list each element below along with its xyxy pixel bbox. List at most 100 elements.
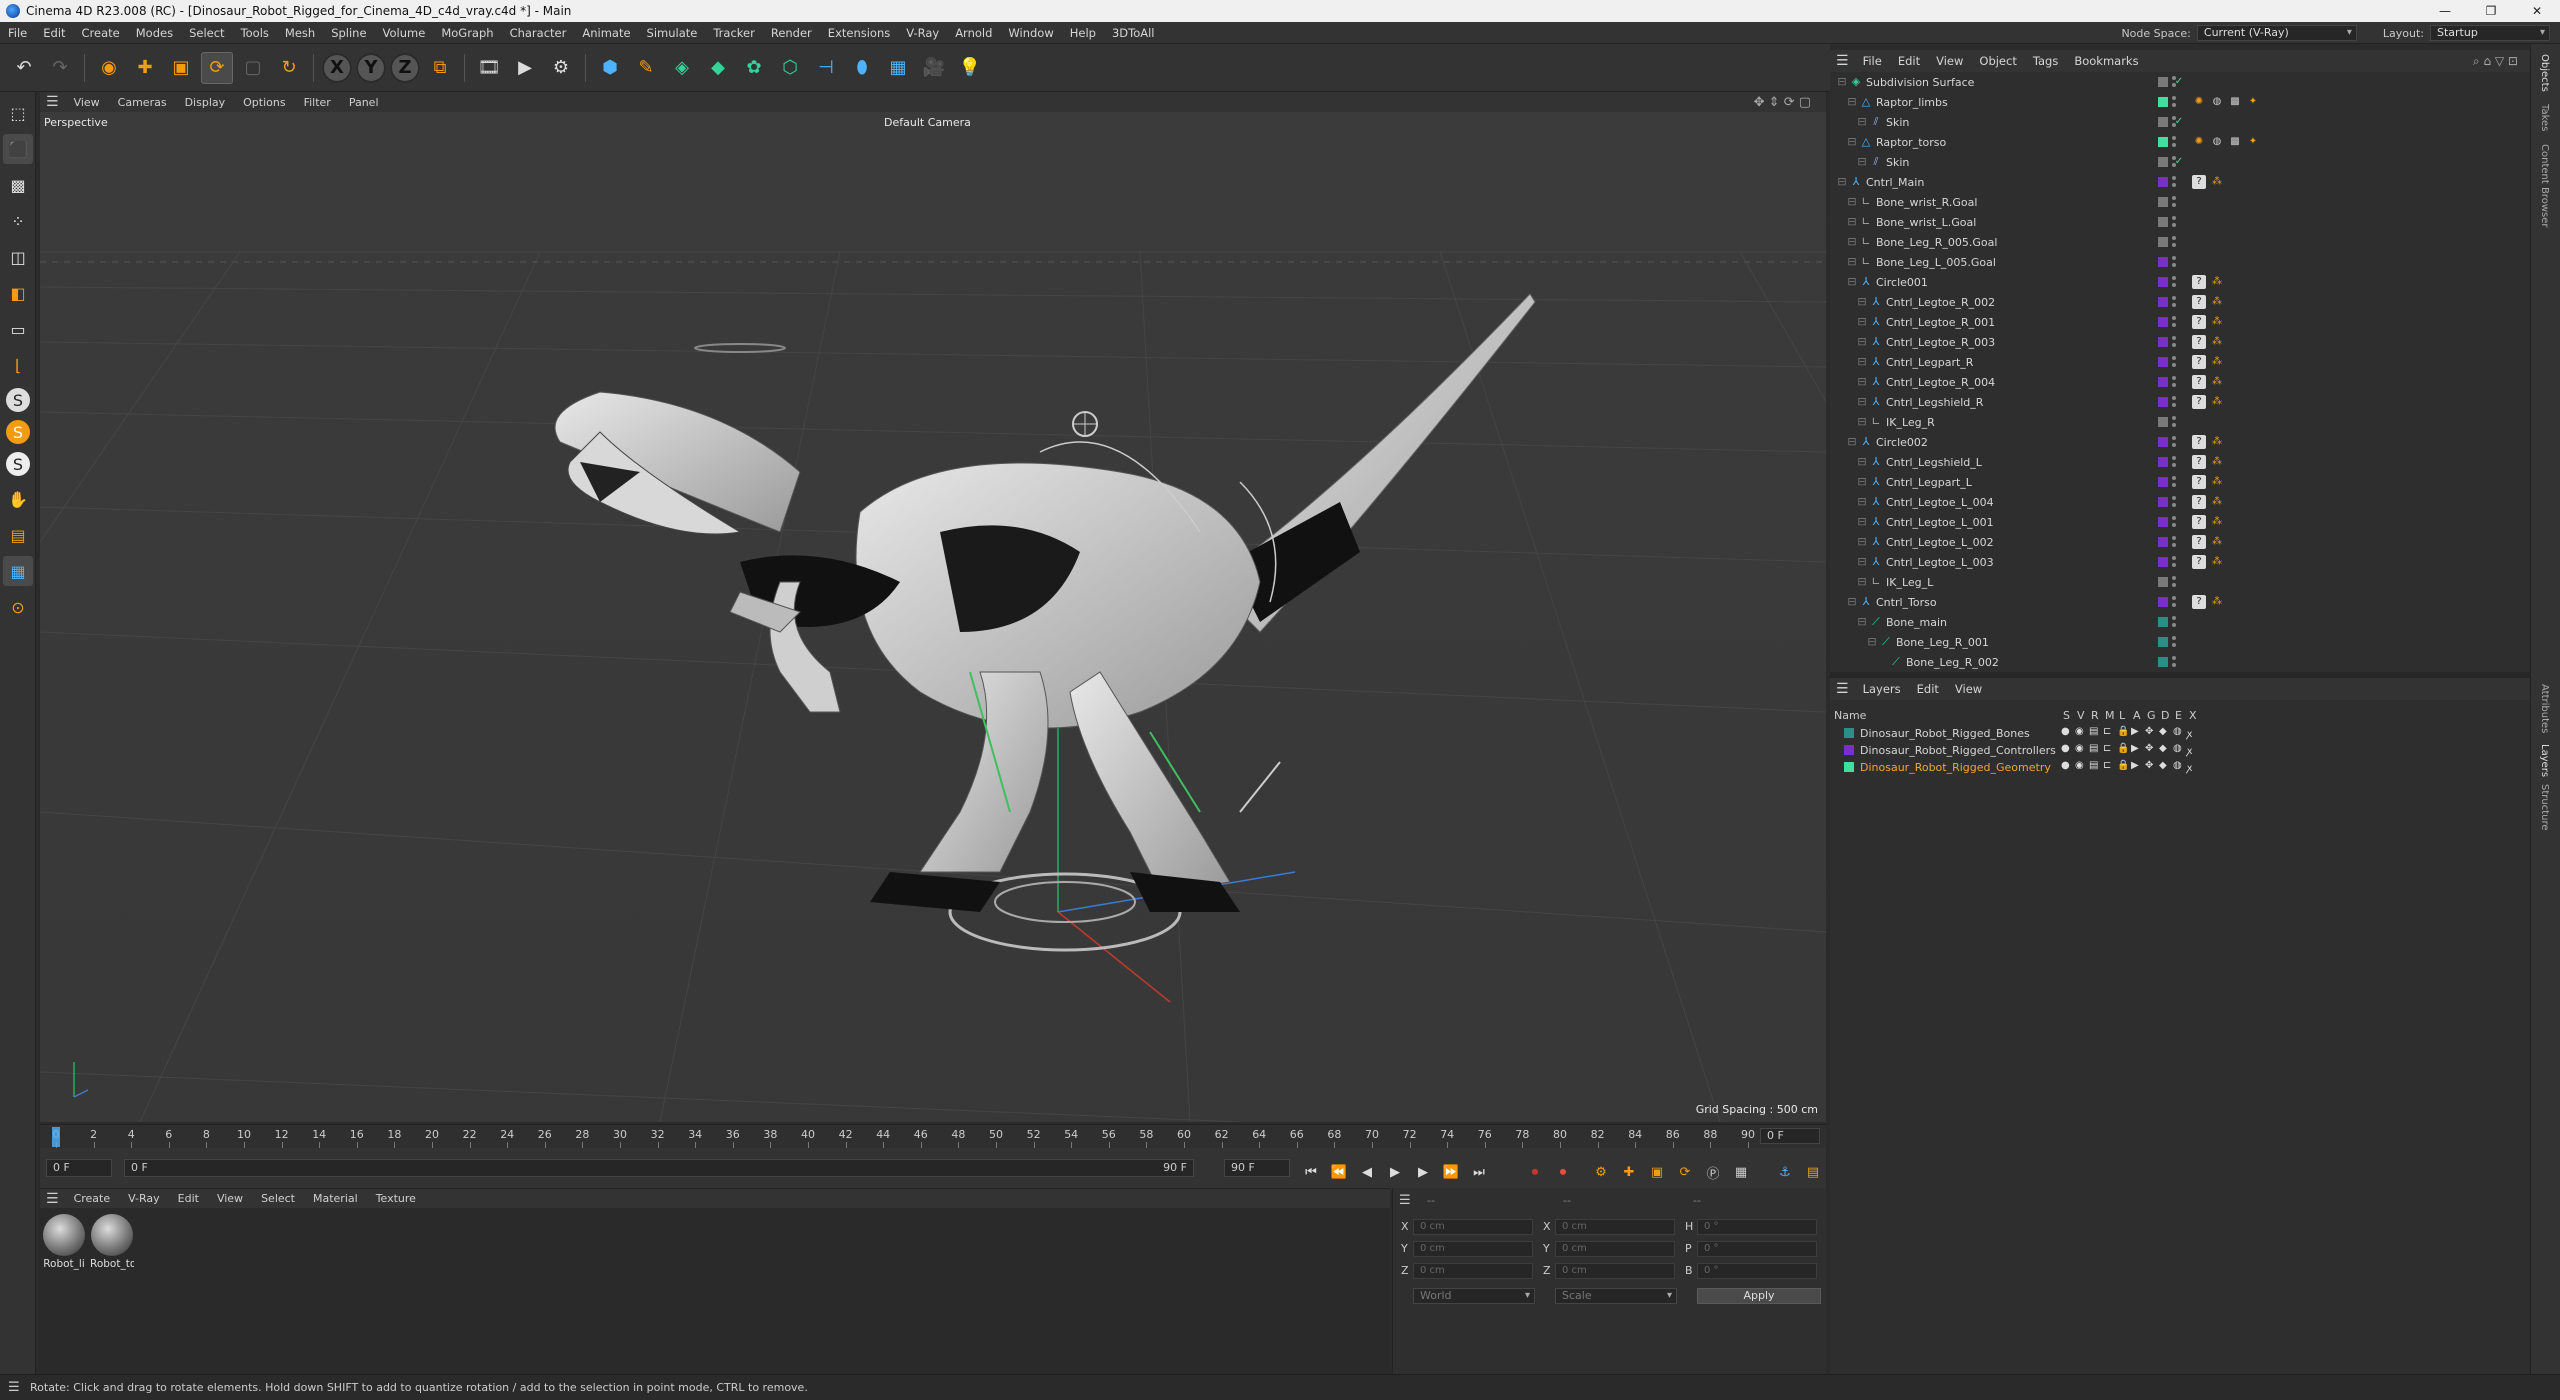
constraint-tag-icon[interactable]: ⁂ (2210, 555, 2224, 569)
render-icon[interactable]: ▤ (2089, 726, 2098, 737)
mograph-icon[interactable]: ⬡ (774, 52, 806, 84)
expand-toggle-icon[interactable]: ⊟ (1846, 216, 1858, 228)
visible-icon[interactable]: ◉ (2075, 760, 2084, 771)
side-tab-objects[interactable]: Objects (2539, 54, 2550, 92)
enabled-check-icon[interactable]: ✓ (2172, 115, 2186, 129)
expand-toggle-icon[interactable]: ⊟ (1856, 376, 1868, 388)
layer-row[interactable]: Dinosaur_Robot_Rigged_Bones ● ◉ ▤ ⊏ 🔒 ▶ ✥ ◆ ◍ ꭗ (1830, 724, 2530, 742)
expand-toggle-icon[interactable]: ⊟ (1856, 616, 1868, 628)
visibility-dots-icon[interactable] (2172, 416, 2176, 428)
layer-color-swatch[interactable] (2158, 137, 2168, 147)
layer-color-swatch[interactable] (2158, 277, 2168, 287)
live-selection-icon[interactable]: ◉ (93, 52, 125, 84)
layer-color-swatch[interactable] (2158, 117, 2168, 127)
render-region-icon[interactable]: 🎞 (473, 52, 505, 84)
constraint-tag-icon[interactable]: ⁂ (2210, 495, 2224, 509)
rot-p-input[interactable]: 0 ° (1697, 1241, 1817, 1257)
expand-toggle-icon[interactable]: ⊟ (1856, 156, 1868, 168)
size-z-input[interactable]: 0 cm (1555, 1263, 1675, 1279)
texture-mode-icon[interactable]: ▩ (3, 170, 33, 200)
side-tab-attributes[interactable]: Attributes (2539, 684, 2550, 733)
object-row[interactable]: ⊟ ∟ Bone_Leg_R_005.Goal (1830, 232, 2530, 252)
material-menu-texture[interactable]: Texture (367, 1192, 425, 1205)
menu-3dtoall[interactable]: 3DToAll (1104, 26, 1163, 40)
object-row[interactable]: ⊟ ⅄ Cntrl_Legshield_L? ⁂ (1830, 452, 2530, 472)
material-menu-create[interactable]: Create (65, 1192, 120, 1205)
record-icon[interactable]: ⏺ (1524, 1161, 1546, 1183)
menu-edit[interactable]: Edit (35, 26, 73, 40)
xpresso-tag-icon[interactable]: ? (2192, 435, 2206, 449)
lock-icon[interactable]: 🔒 (2117, 726, 2129, 737)
manager-icon[interactable]: ⊏ (2103, 760, 2111, 771)
expand-toggle-icon[interactable]: ⊟ (1856, 316, 1868, 328)
minimize-button[interactable]: — (2422, 0, 2468, 22)
xpresso-tag-icon[interactable]: ? (2192, 375, 2206, 389)
visibility-dots-icon[interactable] (2172, 396, 2176, 408)
size-mode-dropdown[interactable]: Scale (1555, 1288, 1677, 1304)
object-row[interactable]: ⊟ ⫽ Skin ✓ (1830, 112, 2530, 132)
lock-icon[interactable]: 🔒 (2117, 743, 2129, 754)
layer-color-swatch[interactable] (2158, 657, 2168, 667)
pos-x-input[interactable]: 0 cm (1413, 1219, 1533, 1235)
rotate-icon[interactable]: ⟳ (201, 51, 233, 84)
current-frame-field[interactable]: 0 F (46, 1159, 112, 1177)
end-frame-field[interactable]: 90 F (1224, 1159, 1290, 1177)
expand-toggle-icon[interactable]: ⊟ (1836, 76, 1848, 88)
expand-toggle-icon[interactable]: ⊟ (1846, 196, 1858, 208)
menu-character[interactable]: Character (502, 26, 575, 40)
solo-icon[interactable]: ● (2061, 743, 2070, 754)
expand-toggle-icon[interactable]: ⊟ (1856, 476, 1868, 488)
object-row[interactable]: ⊟ ⅄ Cntrl_Legtoe_L_001? ⁂ (1830, 512, 2530, 532)
expand-toggle-icon[interactable]: ⊟ (1846, 436, 1858, 448)
visibility-dots-icon[interactable] (2172, 296, 2176, 308)
pos-y-input[interactable]: 0 cm (1413, 1241, 1533, 1257)
brush-icon[interactable]: ✋ (3, 484, 33, 514)
xpresso-tag-icon[interactable]: ? (2192, 515, 2206, 529)
layer-color-swatch[interactable] (1844, 745, 1854, 755)
layer-color-swatch[interactable] (2158, 157, 2168, 167)
layer-color-swatch[interactable] (2158, 557, 2168, 567)
timeline-frame-field[interactable]: 0 F (1760, 1128, 1820, 1144)
recent-tools-icon[interactable]: ↻ (273, 52, 305, 84)
visibility-dots-icon[interactable] (2172, 256, 2176, 268)
subdivision-icon[interactable]: ◈ (666, 52, 698, 84)
layer-color-swatch[interactable] (2158, 317, 2168, 327)
expand-toggle-icon[interactable]: ⊟ (1856, 296, 1868, 308)
animation-icon[interactable]: ▶ (2131, 760, 2139, 771)
apply-button[interactable]: Apply (1697, 1288, 1821, 1304)
manager-icon[interactable]: ⊏ (2103, 726, 2111, 737)
menu-create[interactable]: Create (74, 26, 128, 40)
object-row[interactable]: ⊟ ⟋ Bone_Leg_R_001 (1830, 632, 2530, 652)
visibility-dots-icon[interactable] (2172, 376, 2176, 388)
side-tab-structure[interactable]: Structure (2539, 784, 2550, 831)
expand-toggle-icon[interactable]: ⊟ (1846, 596, 1858, 608)
expand-toggle-icon[interactable]: ⊟ (1856, 356, 1868, 368)
axis-y-icon[interactable]: Y (356, 52, 386, 83)
deformer-icon[interactable]: ◆ (2159, 760, 2167, 771)
rot-b-input[interactable]: 0 ° (1697, 1263, 1817, 1279)
object-row[interactable]: ⊟ △ Raptor_limbs ✺ ◍ ▩ ✦ (1830, 92, 2530, 112)
expand-toggle-icon[interactable]: ⊟ (1856, 116, 1868, 128)
constraint-tag-icon[interactable]: ⁂ (2210, 335, 2224, 349)
layer-color-swatch[interactable] (2158, 517, 2168, 527)
parameter-key-icon[interactable]: Ⓟ (1702, 1161, 1724, 1183)
object-row[interactable]: ⊟ ∟ Bone_wrist_L.Goal (1830, 212, 2530, 232)
floor-icon[interactable]: ▦ (882, 52, 914, 84)
material-hamburger-icon[interactable]: ☰ (40, 1191, 65, 1207)
visibility-dots-icon[interactable] (2172, 336, 2176, 348)
autokey-icon[interactable]: ⏺ (1552, 1161, 1574, 1183)
material-item[interactable]: Robot_li (42, 1214, 86, 1274)
side-tab-layers[interactable]: Layers (2539, 744, 2550, 777)
pla-key-icon[interactable]: ▦ (1730, 1161, 1752, 1183)
object-row[interactable]: ⊟ ∟ IK_Leg_R (1830, 412, 2530, 432)
keyframe-selection-icon[interactable]: ⚙ (1590, 1161, 1612, 1183)
xpresso-tag-icon[interactable]: ? (2192, 535, 2206, 549)
generator-icon[interactable]: ✥ (2145, 743, 2153, 754)
light-icon[interactable]: 💡 (954, 52, 986, 84)
object-row[interactable]: ⊟ ⅄ Cntrl_Legpart_L? ⁂ (1830, 472, 2530, 492)
om-menu-tags[interactable]: Tags (2025, 54, 2066, 68)
field-icon[interactable]: ⬮ (846, 52, 878, 84)
go-to-end-icon[interactable]: ⏭ (1468, 1161, 1490, 1183)
model-mode-icon[interactable]: ⬛ (3, 134, 33, 164)
object-row[interactable]: ⊟ ◈ Subdivision Surface ✓ (1830, 72, 2530, 92)
